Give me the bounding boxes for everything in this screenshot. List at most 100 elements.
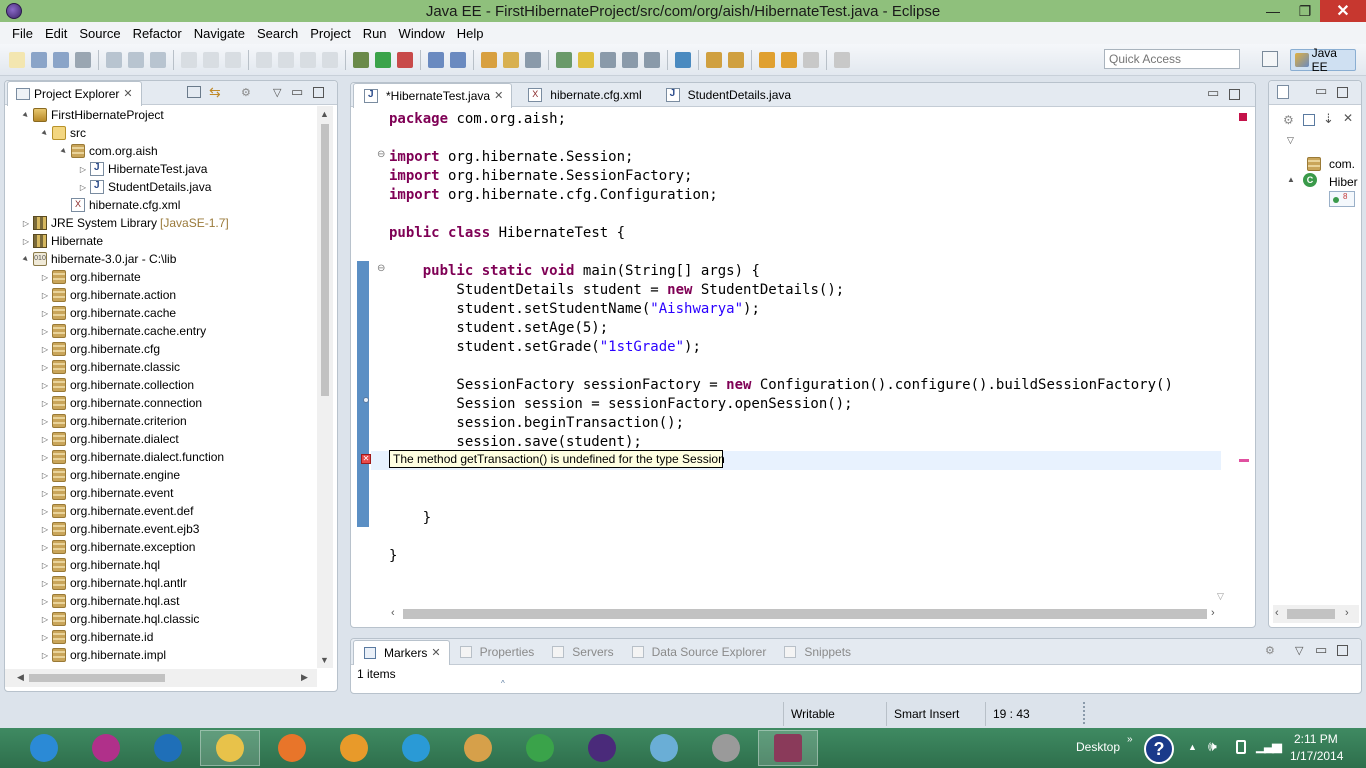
expand-toggle-icon[interactable]: ▷ — [40, 345, 50, 354]
clock-time[interactable]: 2:11 PM — [1294, 732, 1338, 746]
step-icon[interactable] — [225, 51, 241, 68]
next-annotation-icon[interactable] — [556, 51, 572, 68]
terminate-icon[interactable] — [300, 51, 316, 68]
taskbar-app[interactable] — [758, 730, 818, 766]
prev-edit-icon[interactable] — [728, 51, 744, 68]
tree-item[interactable]: ▷ org.hibernate — [5, 268, 321, 286]
resume-icon[interactable] — [256, 51, 272, 68]
expand-toggle-icon[interactable]: ▷ — [40, 327, 50, 336]
taskbar-app[interactable] — [76, 730, 136, 766]
hide-fields-icon[interactable]: ✕ — [1343, 111, 1353, 125]
taskbar-app[interactable] — [696, 730, 756, 766]
tree-item[interactable]: ▷ org.hibernate.cfg — [5, 340, 321, 358]
expand-toggle-icon[interactable]: ▷ — [40, 309, 50, 318]
back-icon[interactable] — [759, 51, 775, 68]
expand-toggle-icon[interactable]: ▲ — [19, 108, 32, 121]
disconnect-icon[interactable] — [322, 51, 338, 68]
taskbar-app[interactable] — [634, 730, 694, 766]
forward-icon[interactable] — [803, 51, 819, 68]
tree-item[interactable]: ▷ org.hibernate.dialect — [5, 430, 321, 448]
scroll-thumb[interactable] — [403, 609, 1207, 619]
perspective-java-ee-button[interactable]: Java EE — [1290, 46, 1356, 74]
expand-toggle-icon[interactable]: ▷ — [40, 489, 50, 498]
taskbar-app[interactable] — [572, 730, 632, 766]
expand-toggle-icon[interactable]: ▷ — [40, 363, 50, 372]
expand-toggle-icon[interactable]: ▲ — [38, 126, 51, 139]
expand-toggle-icon[interactable]: ▷ — [21, 237, 31, 246]
sort-icon[interactable]: ⇣ — [1323, 111, 1334, 127]
view-menu-chevron-icon[interactable]: ▽ — [273, 86, 281, 99]
error-overview-icon[interactable] — [1239, 113, 1247, 121]
tree-item[interactable]: ▷ HibernateTest.java — [5, 160, 321, 178]
close-window-button[interactable]: ✕ — [1320, 0, 1366, 22]
tree-item[interactable]: ▲ FirstHibernateProject — [5, 106, 321, 124]
tree-vertical-scrollbar[interactable]: ▲ ▼ — [317, 106, 333, 668]
tab-properties[interactable]: Properties — [450, 640, 543, 664]
scroll-down-icon[interactable]: ▼ — [320, 655, 329, 665]
battery-icon[interactable] — [1236, 740, 1246, 754]
show-hidden-icons[interactable]: ▲ — [1188, 742, 1197, 752]
expand-toggle-icon[interactable]: ▷ — [40, 633, 50, 642]
save-icon[interactable] — [31, 51, 47, 68]
debug-icon[interactable] — [353, 51, 369, 68]
taskbar-app[interactable] — [138, 730, 198, 766]
expand-toggle-icon[interactable]: ▷ — [78, 165, 88, 174]
error-marker-icon[interactable]: ✕ — [361, 454, 371, 464]
taskbar-app[interactable] — [200, 730, 260, 766]
taskbar-app[interactable] — [324, 730, 384, 766]
taskbar-app[interactable] — [386, 730, 446, 766]
undo-icon[interactable] — [181, 51, 197, 68]
clock-date[interactable]: 1/17/2014 — [1290, 749, 1343, 763]
expand-toggle-icon[interactable]: ▷ — [40, 579, 50, 588]
tree-item[interactable]: ▷ org.hibernate.cache — [5, 304, 321, 322]
minimize-view-icon[interactable]: ▭ — [1315, 642, 1327, 658]
expand-toggle-icon[interactable]: ▷ — [40, 291, 50, 300]
quick-access-input[interactable] — [1104, 49, 1240, 69]
tree-item[interactable]: ▲ 010 hibernate-3.0.jar - C:\lib — [5, 250, 321, 268]
expand-toggle-icon[interactable]: ▲ — [57, 144, 70, 157]
menu-refactor[interactable]: Refactor — [127, 26, 188, 41]
tree-item[interactable]: ▷ org.hibernate.hql.ast — [5, 592, 321, 610]
expand-toggle-icon[interactable]: ▷ — [40, 507, 50, 516]
menu-window[interactable]: Window — [393, 26, 451, 41]
tree-item[interactable]: ▲ src — [5, 124, 321, 142]
expand-toggle-icon[interactable]: ▷ — [40, 651, 50, 660]
expand-toggle-icon[interactable]: ▷ — [40, 471, 50, 480]
code-area[interactable]: package com.org.aish; import org.hibernat… — [389, 108, 1221, 599]
scroll-left-icon[interactable]: ‹ — [391, 607, 395, 619]
editor-tab--hibernatetest-java[interactable]: *HibernateTest.java✕ — [353, 82, 513, 108]
run-icon[interactable] — [375, 51, 391, 68]
maximize-view-icon[interactable] — [1337, 87, 1348, 98]
mark-occurrences-icon[interactable] — [106, 51, 122, 68]
taskbar-app[interactable] — [262, 730, 322, 766]
tree-item[interactable]: ▷ org.hibernate.event.ejb3 — [5, 520, 321, 538]
menu-edit[interactable]: Edit — [39, 26, 73, 41]
expand-toggle-icon[interactable]: ▷ — [40, 435, 50, 444]
tree-item[interactable]: ▲ com.org.aish — [5, 142, 321, 160]
outline-horizontal-scrollbar[interactable]: ‹ › — [1273, 605, 1359, 623]
close-tab-icon[interactable]: ✕ — [494, 89, 503, 102]
tree-item[interactable]: ▷ org.hibernate.classic — [5, 358, 321, 376]
tab-markers[interactable]: Markers ✕ — [353, 639, 450, 665]
close-tab-icon[interactable]: ✕ — [431, 646, 440, 659]
scroll-right-icon[interactable]: ▶ — [301, 672, 308, 683]
expand-toggle-icon[interactable]: ▷ — [40, 615, 50, 624]
expand-toggle-icon[interactable]: ▷ — [40, 417, 50, 426]
tree-item[interactable]: ▷ org.hibernate.id — [5, 628, 321, 646]
expand-toggle-icon[interactable]: ▷ — [40, 543, 50, 552]
print-icon[interactable] — [75, 51, 91, 68]
tree-item[interactable]: ▷ org.hibernate.event.def — [5, 502, 321, 520]
editor-horizontal-scrollbar[interactable]: ‹ › — [389, 605, 1221, 623]
editor-tab-studentdetails-java[interactable]: StudentDetails.java — [656, 83, 799, 107]
open-folder-icon[interactable] — [503, 51, 519, 68]
view-menu-gear-icon[interactable]: ⚙ — [1283, 113, 1294, 127]
open-perspective-icon[interactable] — [1262, 51, 1278, 67]
tab-project-explorer[interactable]: Project Explorer ✕ — [7, 80, 142, 106]
scroll-thumb[interactable] — [321, 124, 329, 396]
minimize-view-icon[interactable]: ▭ — [291, 84, 303, 100]
link-with-editor-icon[interactable]: ⇆ — [209, 84, 221, 101]
tree-item[interactable]: ▷ org.hibernate.connection — [5, 394, 321, 412]
restore-button[interactable]: ❐ — [1290, 0, 1320, 22]
maximize-editor-icon[interactable] — [1229, 89, 1240, 100]
editor-tab-hibernate-cfg-xml[interactable]: hibernate.cfg.xml — [518, 83, 649, 107]
